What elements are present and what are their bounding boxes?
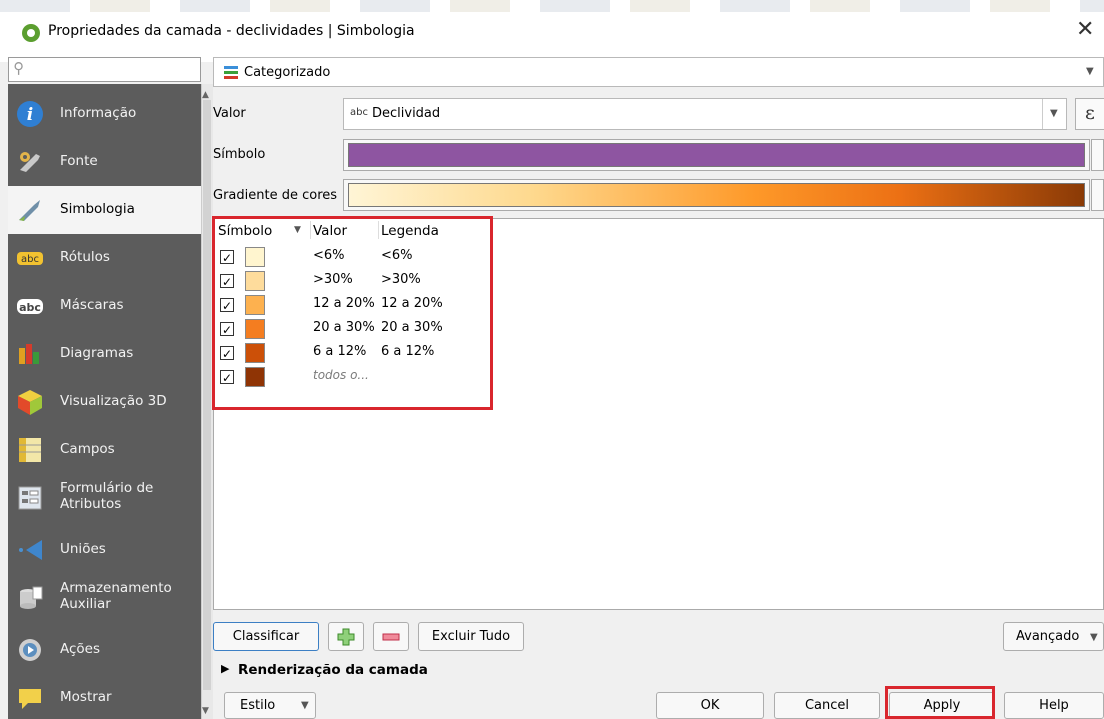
sidebar-scrollbar-thumb[interactable] (203, 100, 211, 690)
style-button[interactable]: Estilo ▼ (224, 692, 316, 719)
sidebar: i Informação Fonte Simbologia abc Rótulo… (8, 84, 201, 719)
chevron-down-icon: ▼ (1050, 108, 1058, 119)
symbol-button[interactable] (343, 139, 1090, 171)
sidebar-item-label: Uniões (60, 541, 106, 557)
color-ramp-dropdown-button[interactable] (1091, 179, 1104, 211)
sidebar-item-rotulos[interactable]: abc Rótulos (8, 234, 201, 282)
diagram-icon (19, 344, 39, 364)
epsilon-icon: ε (1085, 102, 1095, 124)
valor-label: Valor (213, 106, 246, 121)
valor-field-value: Declividad (372, 106, 441, 121)
annotation-highlight-box (212, 216, 493, 410)
sidebar-item-mostrar[interactable]: Mostrar (8, 674, 201, 719)
categorized-renderer-icon (224, 66, 238, 79)
sidebar-item-armazenamento-auxiliar[interactable]: Armazenamento Auxiliar (8, 574, 201, 626)
sidebar-item-unioes[interactable]: Uniões (8, 526, 201, 574)
chevron-down-icon: ▼ (1086, 66, 1094, 77)
join-icon (19, 540, 42, 560)
sidebar-item-label-line2: Atributos (60, 496, 122, 512)
sidebar-item-campos[interactable]: Campos (8, 426, 201, 474)
ok-button[interactable]: OK (656, 692, 764, 719)
expand-arrow-icon[interactable]: ▶ (221, 662, 229, 675)
symbol-dropdown-button[interactable] (1091, 139, 1104, 171)
classify-button[interactable]: Classificar (213, 622, 319, 651)
sidebar-item-mascaras[interactable]: abc Máscaras (8, 282, 201, 330)
sidebar-item-label: Informação (60, 105, 137, 121)
plus-icon (337, 628, 355, 646)
remove-category-button[interactable] (373, 622, 409, 651)
advanced-button[interactable]: Avançado ▼ (1003, 622, 1104, 651)
sidebar-item-label: Ações (60, 641, 101, 657)
annotation-highlight-box (885, 686, 995, 719)
window-title: Propriedades da camada - declividades | … (48, 23, 415, 39)
sidebar-item-label: Máscaras (60, 297, 124, 313)
qgis-logo-icon (22, 24, 40, 42)
abc-label-icon: abc (17, 252, 43, 265)
sidebar-item-label: Simbologia (60, 201, 135, 217)
sidebar-item-label-line1: Armazenamento (60, 580, 172, 596)
form-icon (18, 486, 42, 510)
simbolo-label: Símbolo (213, 147, 266, 162)
close-icon[interactable]: ✕ (1076, 17, 1094, 43)
actions-icon (19, 639, 41, 661)
string-field-icon: abc (350, 107, 368, 118)
chevron-down-icon: ▼ (1090, 632, 1098, 643)
sidebar-search-input[interactable]: ⚲ (8, 57, 201, 82)
speech-bubble-icon (19, 689, 41, 709)
layer-rendering-section-header[interactable]: Renderização da camada (238, 662, 428, 678)
renderer-value: Categorizado (244, 65, 331, 80)
search-icon: ⚲ (13, 59, 24, 77)
valor-field-select[interactable]: abc Declividad ▼ (343, 98, 1067, 130)
svg-text:abc: abc (21, 254, 39, 265)
sidebar-item-label: Fonte (60, 153, 98, 169)
svg-text:i: i (27, 105, 33, 125)
expression-button[interactable]: ε (1075, 98, 1104, 130)
sidebar-item-formulario-atributos[interactable]: Formulário de Atributos (8, 474, 201, 526)
fields-icon (19, 438, 41, 462)
sidebar-item-simbologia[interactable]: Simbologia (8, 186, 201, 234)
sidebar-item-label: Diagramas (60, 345, 134, 361)
scroll-down-icon[interactable]: ▼ (202, 706, 209, 716)
storage-icon (20, 586, 43, 609)
sidebar-item-informacao[interactable]: i Informação (8, 90, 201, 138)
sidebar-item-label: Rótulos (60, 249, 110, 265)
divider (1042, 99, 1043, 129)
style-label: Estilo (240, 698, 276, 713)
add-category-button[interactable] (328, 622, 364, 651)
symbol-color-swatch (348, 143, 1085, 167)
gradiente-label: Gradiente de cores (213, 188, 338, 203)
cancel-button[interactable]: Cancel (774, 692, 880, 719)
abc-mask-icon: abc (17, 299, 43, 314)
sidebar-item-label-line2: Auxiliar (60, 596, 111, 612)
chevron-down-icon: ▼ (301, 700, 309, 711)
renderer-select[interactable]: Categorizado ▼ (213, 57, 1104, 87)
sidebar-item-diagramas[interactable]: Diagramas (8, 330, 201, 378)
color-ramp-button[interactable] (343, 179, 1090, 211)
sidebar-item-acoes[interactable]: Ações (8, 626, 201, 674)
delete-all-button[interactable]: Excluir Tudo (418, 622, 524, 651)
sidebar-item-visualizacao-3d[interactable]: Visualização 3D (8, 378, 201, 426)
advanced-label: Avançado (1016, 629, 1080, 644)
wrench-icon (20, 152, 40, 172)
scroll-up-icon[interactable]: ▲ (202, 90, 209, 100)
help-button[interactable]: Help (1004, 692, 1104, 719)
sidebar-item-fonte[interactable]: Fonte (8, 138, 201, 186)
paintbrush-icon (19, 200, 40, 221)
sidebar-item-label: Visualização 3D (60, 393, 167, 409)
color-ramp-swatch (348, 183, 1085, 207)
sidebar-item-label: Campos (60, 441, 115, 457)
background-window-strip (0, 0, 1104, 12)
minus-icon (382, 633, 400, 641)
svg-text:abc: abc (19, 301, 41, 314)
sidebar-item-label-line1: Formulário de (60, 480, 154, 496)
sidebar-item-label: Mostrar (60, 689, 112, 705)
info-icon: i (17, 101, 43, 127)
cube-icon (18, 390, 42, 415)
